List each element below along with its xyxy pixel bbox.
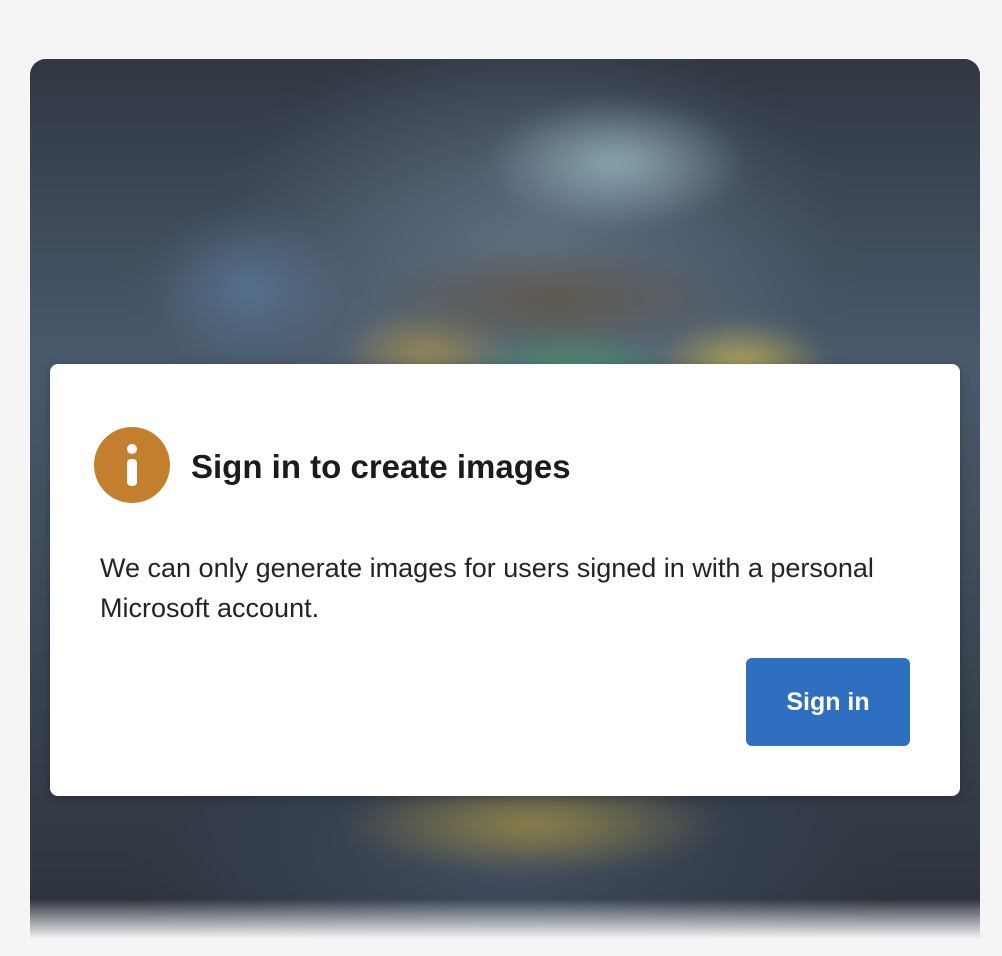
sign-in-button[interactable]: Sign in <box>746 658 910 746</box>
bottom-fade <box>30 899 980 939</box>
sign-in-dialog: Sign in to create images We can only gen… <box>50 364 960 796</box>
info-icon <box>94 427 170 503</box>
dialog-title: Sign in to create images <box>191 448 571 485</box>
dialog-message: We can only generate images for users si… <box>100 553 874 623</box>
